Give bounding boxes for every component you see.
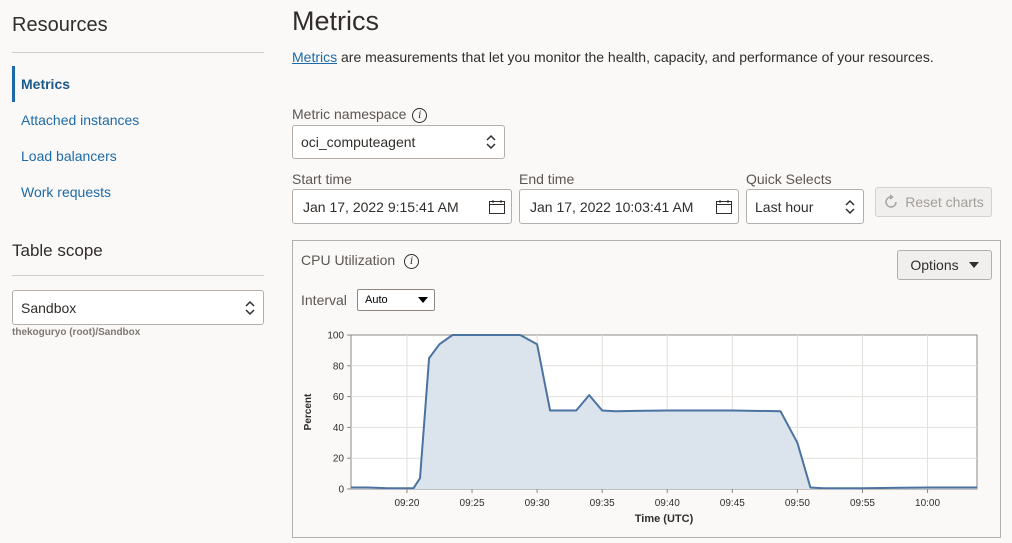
- calendar-icon[interactable]: [716, 199, 732, 214]
- quick-selects-value: Last hour: [755, 198, 814, 215]
- start-time-value: Jan 17, 2022 9:15:41 AM: [303, 198, 459, 215]
- y-tick-label: 60: [333, 392, 345, 403]
- x-tick-label: 09:50: [785, 498, 810, 509]
- table-scope-heading: Table scope: [12, 241, 103, 260]
- quick-selects-label: Quick Selects: [746, 171, 832, 187]
- resources-heading: Resources: [12, 14, 108, 36]
- x-tick-label: 09:45: [720, 498, 745, 509]
- reset-charts-label: Reset charts: [905, 194, 984, 210]
- y-tick-label: 100: [327, 331, 344, 342]
- divider: [12, 275, 264, 276]
- end-time-input[interactable]: Jan 17, 2022 10:03:41 AM: [519, 189, 739, 224]
- x-tick-label: 09:55: [850, 498, 875, 509]
- x-tick-label: 09:30: [525, 498, 550, 509]
- info-icon[interactable]: i: [412, 107, 428, 123]
- cpu-utilization-chart-panel: CPU Utilization i Options Interval Auto 0…: [292, 240, 1001, 538]
- updown-chevron-icon: [845, 199, 855, 214]
- table-scope-value: Sandbox: [21, 299, 77, 316]
- sidebar-item-metrics[interactable]: Metrics: [12, 66, 264, 102]
- quick-selects-select[interactable]: Last hour: [746, 189, 864, 224]
- start-time-label: Start time: [292, 171, 352, 187]
- refresh-icon: [885, 194, 897, 208]
- calendar-icon[interactable]: [489, 199, 505, 214]
- y-tick-label: 40: [333, 423, 345, 434]
- intro-description: are measurements that let you monitor th…: [337, 49, 934, 65]
- scope-path: thekoguryo (root)/Sandbox: [12, 327, 141, 338]
- metric-namespace-select[interactable]: oci_computeagent: [292, 125, 505, 159]
- x-tick-label: 09:40: [655, 498, 680, 509]
- start-time-input[interactable]: Jan 17, 2022 9:15:41 AM: [292, 189, 512, 224]
- y-tick-label: 20: [333, 454, 345, 465]
- end-time-label: End time: [519, 171, 575, 187]
- metrics-docs-link[interactable]: Metrics: [292, 49, 337, 65]
- x-tick-label: 09:25: [460, 498, 485, 509]
- sidebar-item-attached-instances[interactable]: Attached instances: [12, 102, 264, 138]
- table-scope-select[interactable]: Sandbox: [12, 290, 264, 325]
- namespace-label: Metric namespace i: [292, 106, 428, 123]
- updown-chevron-icon: [245, 300, 255, 315]
- sidebar-item-work-requests[interactable]: Work requests: [12, 174, 264, 210]
- reset-charts-button[interactable]: Reset charts: [875, 187, 992, 217]
- sidebar-item-load-balancers[interactable]: Load balancers: [12, 138, 264, 174]
- end-time-value: Jan 17, 2022 10:03:41 AM: [530, 198, 694, 215]
- x-tick-label: 09:35: [590, 498, 615, 509]
- y-axis-label: Percent: [303, 393, 314, 430]
- x-tick-label: 09:20: [394, 498, 419, 509]
- namespace-value: oci_computeagent: [301, 134, 416, 150]
- metrics-main: Metrics Metrics are measurements that le…: [292, 0, 1012, 543]
- x-tick-label: 10:00: [915, 498, 940, 509]
- x-axis-label: Time (UTC): [635, 513, 694, 525]
- cpu-utilization-chart: 09:20 09:25 09:30 09:35 09:40 09:45 09:50 09:55…: [303, 331, 978, 525]
- resources-sidebar: Resources Metrics Attached instances Loa…: [0, 0, 276, 543]
- updown-chevron-icon: [486, 134, 496, 150]
- page-title: Metrics: [292, 6, 379, 36]
- namespace-label-text: Metric namespace: [292, 106, 407, 122]
- y-tick-label: 0: [338, 485, 344, 496]
- intro-text: Metrics are measurements that let you mo…: [292, 49, 934, 65]
- divider: [12, 52, 264, 53]
- y-tick-label: 80: [333, 361, 345, 372]
